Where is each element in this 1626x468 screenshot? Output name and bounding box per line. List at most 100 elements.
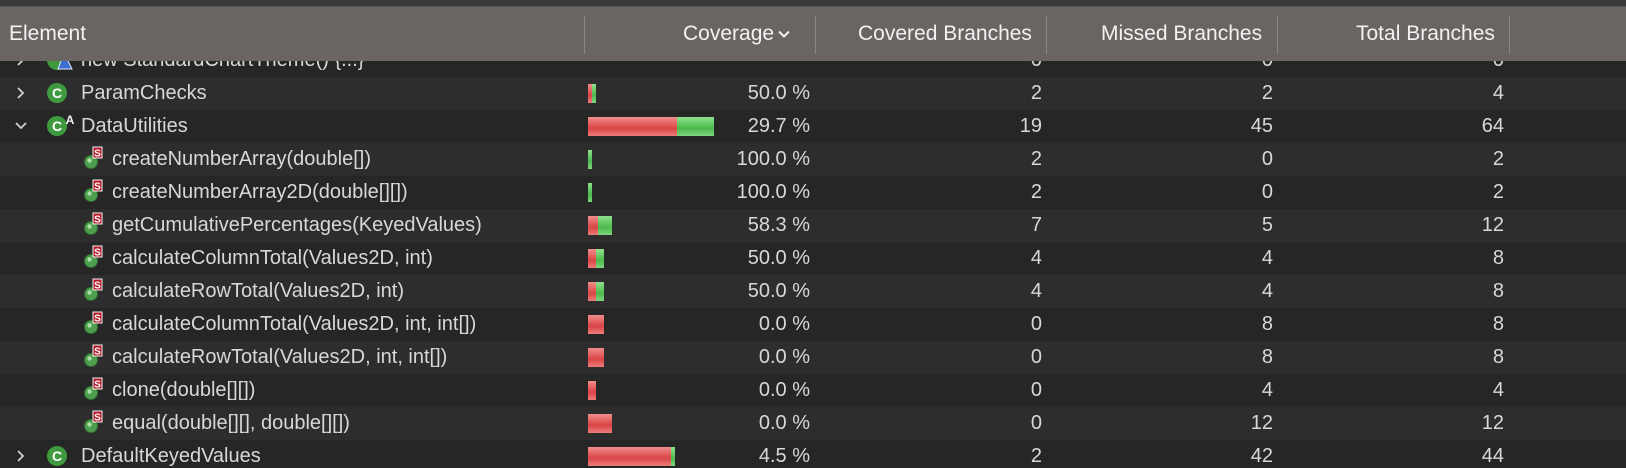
abstract-class-icon: CA <box>47 113 74 136</box>
column-header-missed-branches[interactable]: Missed Branches <box>1101 7 1262 61</box>
coverage-percent <box>700 61 810 77</box>
coverage-bar <box>588 117 714 136</box>
svg-text:C: C <box>52 448 62 464</box>
svg-text:S: S <box>94 347 101 358</box>
table-row[interactable]: ScalculateColumnTotal(Values2D, int, int… <box>0 308 1626 341</box>
covered-branches: 2 <box>1030 82 1042 104</box>
covered-branches: 2 <box>1030 181 1042 203</box>
coverage-bar <box>588 84 596 103</box>
coverage-bar <box>588 414 612 433</box>
column-header-total-branches[interactable]: Total Branches <box>1356 7 1495 61</box>
chevron-right-icon[interactable] <box>14 449 28 463</box>
static-method-icon: S <box>84 245 103 268</box>
missed-segment <box>588 348 604 367</box>
covered-segment <box>592 84 596 103</box>
total-branches: 4 <box>1492 379 1504 401</box>
coverage-tree-table[interactable]: new StandardChartTheme() {...} 0 0 0 C ParamC… <box>0 61 1626 468</box>
svg-text:C: C <box>52 85 62 101</box>
column-divider[interactable] <box>1046 16 1047 54</box>
missed-branches: 8 <box>1261 346 1273 368</box>
missed-branches: 4 <box>1261 379 1273 401</box>
covered-branches: 7 <box>1030 214 1042 236</box>
column-divider[interactable] <box>584 16 585 54</box>
element-name: new StandardChartTheme() {...} <box>81 61 364 77</box>
column-header-covered-branches[interactable]: Covered Branches <box>858 7 1032 61</box>
total-branches: 2 <box>1492 181 1504 203</box>
element-name: createNumberArray(double[]) <box>112 148 371 170</box>
svg-text:S: S <box>94 413 101 424</box>
covered-branches: 2 <box>1030 148 1042 170</box>
total-branches: 12 <box>1481 412 1504 434</box>
column-header-coverage[interactable]: Coverage <box>683 7 792 61</box>
coverage-percent: 100.0 % <box>736 148 810 170</box>
svg-text:S: S <box>94 281 101 292</box>
column-divider[interactable] <box>1277 16 1278 54</box>
missed-branches: 4 <box>1261 247 1273 269</box>
missed-branches: 0 <box>1261 148 1273 170</box>
table-row[interactable]: ScalculateColumnTotal(Values2D, int) 50.0… <box>0 242 1626 275</box>
missed-segment <box>588 282 596 301</box>
total-branches: 64 <box>1481 115 1504 137</box>
coverage-percent: 0.0 % <box>758 346 810 368</box>
table-row[interactable]: C DefaultKeyedValues 4.5 % 2 42 44 <box>0 440 1626 468</box>
table-row[interactable]: SgetCumulativePercentages(KeyedValues) 58… <box>0 209 1626 242</box>
coverage-percent: 50.0 % <box>747 247 810 269</box>
table-row[interactable]: Sequal(double[][], double[][]) 0.0 % 0 12 12 <box>0 407 1626 440</box>
total-branches: 2 <box>1492 148 1504 170</box>
svg-text:S: S <box>94 248 101 259</box>
covered-branches: 2 <box>1030 445 1042 467</box>
element-name: createNumberArray2D(double[][]) <box>112 181 408 203</box>
table-row[interactable]: Sclone(double[][]) 0.0 % 0 4 4 <box>0 374 1626 407</box>
missed-branches: 0 <box>1173 61 1273 77</box>
coverage-bar <box>588 183 592 202</box>
missed-branches: 0 <box>1261 181 1273 203</box>
total-branches: 44 <box>1481 445 1504 467</box>
covered-segment <box>588 183 592 202</box>
element-name: clone(double[][]) <box>112 379 256 401</box>
static-method-icon: S <box>84 146 103 169</box>
covered-segment <box>598 216 612 235</box>
table-row[interactable]: ScalculateRowTotal(Values2D, int, int[])… <box>0 341 1626 374</box>
coverage-bar <box>588 282 604 301</box>
element-name: DefaultKeyedValues <box>81 445 261 467</box>
svg-text:S: S <box>94 215 101 226</box>
total-branches: 4 <box>1492 82 1504 104</box>
coverage-bar <box>588 348 604 367</box>
element-name: calculateRowTotal(Values2D, int, int[]) <box>112 346 448 368</box>
coverage-percent: 4.5 % <box>758 445 810 467</box>
coverage-percent: 50.0 % <box>747 280 810 302</box>
chevron-right-icon[interactable] <box>14 61 28 67</box>
element-name: ParamChecks <box>81 82 207 104</box>
window-top-edge <box>0 0 1626 7</box>
column-header-element[interactable]: Element <box>9 7 86 61</box>
table-row[interactable]: C A DataUtilities 29.7 % 19 45 64 <box>0 110 1626 143</box>
table-row[interactable]: ScreateNumberArray(double[]) 100.0 % 2 0 2 <box>0 143 1626 176</box>
table-header: Element Coverage Covered Branches Missed… <box>0 7 1626 62</box>
missed-segment <box>588 216 598 235</box>
coverage-percent: 58.3 % <box>747 214 810 236</box>
covered-branches: 0 <box>1030 412 1042 434</box>
svg-text:S: S <box>94 182 101 193</box>
chevron-right-icon[interactable] <box>14 86 28 100</box>
covered-segment <box>596 282 604 301</box>
total-branches: 0 <box>1404 61 1504 77</box>
static-method-icon: S <box>84 278 103 301</box>
total-branches: 12 <box>1481 214 1504 236</box>
column-divider[interactable] <box>815 16 816 54</box>
class-icon: C <box>47 83 67 103</box>
coverage-percent: 29.7 % <box>747 115 810 137</box>
table-row[interactable]: ScalculateRowTotal(Values2D, int) 50.0 % 4… <box>0 275 1626 308</box>
table-row[interactable]: new StandardChartTheme() {...} 0 0 0 <box>0 61 1626 77</box>
table-row[interactable]: ScreateNumberArray2D(double[][]) 100.0 % 2… <box>0 176 1626 209</box>
missed-branches: 42 <box>1250 445 1273 467</box>
coverage-percent: 0.0 % <box>758 379 810 401</box>
missed-segment <box>588 315 604 334</box>
static-method-icon: S <box>84 344 103 367</box>
total-branches: 8 <box>1492 280 1504 302</box>
missed-branches: 5 <box>1261 214 1273 236</box>
missed-branches: 2 <box>1261 82 1273 104</box>
column-divider[interactable] <box>1509 16 1510 54</box>
chevron-down-icon[interactable] <box>14 119 28 133</box>
coverage-bar <box>588 447 675 466</box>
table-row[interactable]: C ParamChecks 50.0 % 2 2 4 <box>0 77 1626 110</box>
